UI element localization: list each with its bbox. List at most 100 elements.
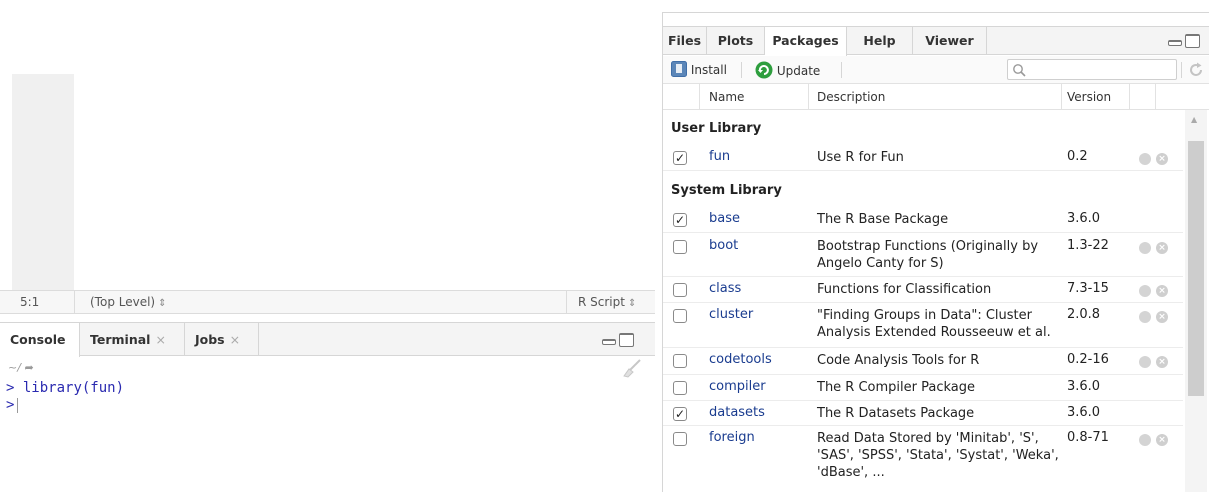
package-version: 3.6.0 <box>1067 405 1101 420</box>
packages-toolbar: Install Update <box>663 56 1209 84</box>
working-dir-label: ~/ <box>8 361 21 374</box>
file-type-label: R Script <box>578 295 625 309</box>
globe-icon[interactable] <box>1139 153 1151 165</box>
load-package-checkbox[interactable] <box>673 432 687 446</box>
user-library-header: User Library <box>671 121 762 136</box>
packages-table-body: User Library ✓ fun Use R for Fun 0.2 × S… <box>663 110 1183 492</box>
tab-files[interactable]: Files <box>663 27 707 55</box>
package-version: 0.8-71 <box>1067 430 1109 445</box>
console-line: > library(fun) <box>6 380 124 397</box>
install-icon <box>671 61 687 77</box>
toolbar-divider <box>841 62 842 78</box>
scope-selector[interactable]: (Top Level) ⇕ <box>90 295 167 309</box>
package-version: 3.6.0 <box>1067 211 1101 226</box>
package-name-link[interactable]: fun <box>709 149 730 164</box>
load-package-checkbox[interactable] <box>673 309 687 323</box>
updown-icon: ⇕ <box>627 298 637 309</box>
column-header-description[interactable]: Description <box>817 90 885 104</box>
load-package-checkbox[interactable] <box>673 354 687 368</box>
remove-package-icon[interactable]: × <box>1156 311 1168 323</box>
column-divider <box>1129 84 1130 110</box>
console-command: library(fun) <box>22 380 125 396</box>
tab-label: Terminal <box>90 332 151 347</box>
remove-package-icon[interactable]: × <box>1156 153 1168 165</box>
package-version: 3.6.0 <box>1067 379 1101 394</box>
package-search-input[interactable] <box>1007 59 1177 80</box>
minimize-icon[interactable] <box>602 339 616 345</box>
updown-icon: ⇕ <box>158 298 167 309</box>
update-icon <box>755 61 773 79</box>
tab-terminal[interactable]: Terminal × <box>80 323 185 356</box>
table-row: class Functions for Classification 7.3-1… <box>663 277 1183 303</box>
load-package-checkbox[interactable] <box>673 381 687 395</box>
package-name-link[interactable]: compiler <box>709 379 766 394</box>
package-name-link[interactable]: datasets <box>709 405 765 420</box>
minimize-icon[interactable] <box>1168 40 1182 46</box>
package-description: "Finding Groups in Data": Cluster Analys… <box>817 308 1051 340</box>
tab-console[interactable]: Console <box>0 323 80 357</box>
package-name-link[interactable]: cluster <box>709 307 753 322</box>
package-description: Functions for Classification <box>817 282 992 297</box>
package-name-link[interactable]: codetools <box>709 352 772 367</box>
maximize-icon[interactable] <box>1185 34 1200 48</box>
close-icon[interactable]: × <box>155 332 165 347</box>
table-row: cluster "Finding Groups in Data": Cluste… <box>663 303 1183 348</box>
scroll-up-icon[interactable]: ▲ <box>1191 115 1197 124</box>
load-package-checkbox[interactable]: ✓ <box>673 407 687 421</box>
update-button[interactable]: Update <box>755 61 820 79</box>
column-header-name[interactable]: Name <box>709 90 744 104</box>
package-name-link[interactable]: class <box>709 281 741 296</box>
tab-plots[interactable]: Plots <box>707 27 765 55</box>
column-divider <box>1061 84 1062 110</box>
install-button[interactable]: Install <box>671 61 727 79</box>
clear-console-icon[interactable] <box>620 358 642 378</box>
refresh-icon[interactable] <box>1187 61 1205 79</box>
line-number-gutter <box>12 74 74 290</box>
globe-icon[interactable] <box>1139 242 1151 254</box>
tab-label: Console <box>10 332 66 347</box>
tab-packages[interactable]: Packages <box>765 27 847 56</box>
console-prompt: > <box>6 397 15 413</box>
remove-package-icon[interactable]: × <box>1156 356 1168 368</box>
globe-icon[interactable] <box>1139 434 1151 446</box>
package-name-link[interactable]: foreign <box>709 430 755 445</box>
tab-jobs[interactable]: Jobs × <box>185 323 259 356</box>
text-cursor <box>17 397 19 413</box>
load-package-checkbox[interactable]: ✓ <box>673 213 687 227</box>
tab-label: Plots <box>717 33 754 48</box>
remove-package-icon[interactable]: × <box>1156 242 1168 254</box>
close-icon[interactable]: × <box>230 332 240 347</box>
maximize-icon[interactable] <box>619 333 634 347</box>
globe-icon[interactable] <box>1139 356 1151 368</box>
file-type-selector[interactable]: R Script ⇕ <box>578 295 636 309</box>
tab-label: Viewer <box>925 33 974 48</box>
scope-label: (Top Level) <box>90 295 156 309</box>
globe-icon[interactable] <box>1139 285 1151 297</box>
console-output[interactable]: > library(fun) > <box>6 380 124 414</box>
toolbar-divider <box>1181 62 1182 78</box>
load-package-checkbox[interactable] <box>673 283 687 297</box>
package-version: 1.3-22 <box>1067 238 1109 253</box>
cursor-position: 5:1 <box>20 295 40 309</box>
load-package-checkbox[interactable]: ✓ <box>673 151 687 165</box>
package-name-link[interactable]: base <box>709 211 740 226</box>
load-package-checkbox[interactable] <box>673 240 687 254</box>
remove-package-icon[interactable]: × <box>1156 434 1168 446</box>
packages-pane: Files Plots Packages Help Viewer Install… <box>662 12 1209 492</box>
package-name-link[interactable]: boot <box>709 238 738 253</box>
tab-viewer[interactable]: Viewer <box>913 27 987 55</box>
source-editor[interactable] <box>0 0 655 290</box>
table-row: ✓ fun Use R for Fun 0.2 × <box>663 144 1183 171</box>
console-working-dir: ~/ ➦ <box>0 356 655 380</box>
tab-label: Jobs <box>195 332 225 347</box>
packages-scrollbar-thumb[interactable] <box>1188 141 1204 396</box>
globe-icon[interactable] <box>1139 311 1151 323</box>
table-row: boot Bootstrap Functions (Originally by … <box>663 233 1183 277</box>
remove-package-icon[interactable]: × <box>1156 285 1168 297</box>
package-description: Bootstrap Functions (Originally by Angel… <box>817 239 1039 271</box>
pane-controls <box>1168 34 1202 48</box>
tab-help[interactable]: Help <box>847 27 913 55</box>
package-version: 0.2 <box>1067 149 1088 164</box>
column-header-version[interactable]: Version <box>1067 90 1111 104</box>
goto-dir-icon[interactable]: ➦ <box>24 361 33 374</box>
